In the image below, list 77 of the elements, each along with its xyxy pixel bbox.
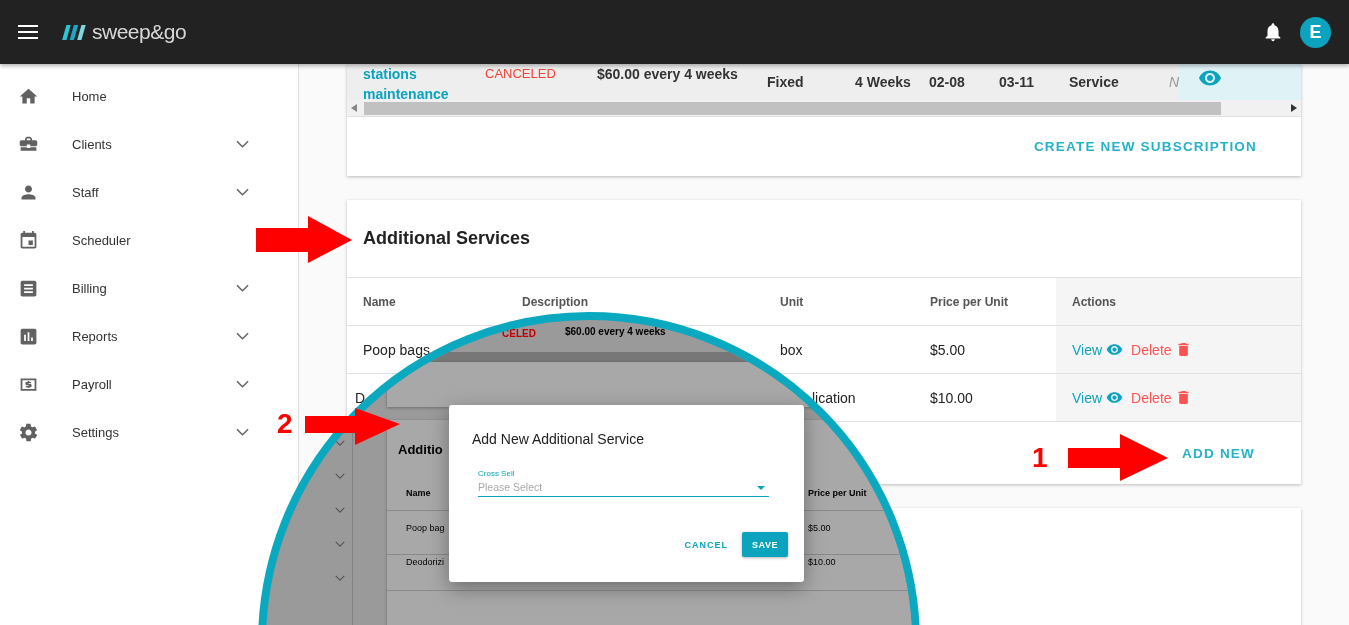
chevron-down-icon[interactable] [236,380,249,388]
sidebar-item[interactable]: Payroll [0,360,256,408]
scroll-right-icon[interactable] [1291,104,1297,112]
sidebar-item[interactable]: Reports [0,312,256,360]
table-cell-text: 4 Weeks [855,73,912,92]
column-header: Price per Unit [808,488,867,498]
table-cell: $5.00 [808,523,831,533]
sidebar-item[interactable]: Clients [0,120,256,168]
chevron-down-icon[interactable] [236,140,249,148]
field-label: Cross Sell [478,469,515,478]
eye-icon[interactable] [1106,389,1124,406]
column-header: Name [406,488,431,498]
table-cell-text: Service [1069,73,1120,92]
select-field[interactable]: Please Select [478,481,769,497]
card-title: Additional Services [362,227,532,250]
horizontal-scrollbar[interactable] [347,100,1301,116]
service-link[interactable]: stations maintenance [363,64,485,100]
add-new-button[interactable]: ADD NEW [1182,444,1255,462]
step-number: 1 [1032,443,1048,473]
status-text: CANCELED [485,65,557,83]
save-button[interactable]: SAVE [742,532,788,557]
step-number: 2 [277,409,293,439]
chevron-down-icon[interactable] [236,188,249,196]
calendar-icon [18,229,39,251]
eye-icon[interactable] [1106,341,1124,358]
trash-icon[interactable] [1177,391,1189,404]
table-cell-text: D [354,388,367,408]
table-cell-text: $60.00 every 4 weeks [597,65,739,84]
chevron-down-icon [335,440,345,446]
dialog-title: Add New Additional Service [472,431,645,447]
table-cell: Poop bag [406,523,445,533]
sidebar-item[interactable]: Billing [0,264,256,312]
column-header: Description [521,293,589,311]
column-header: Price per Unit [929,293,1010,311]
table-cell: $60.00 every 4 weeks [565,326,666,337]
card-title: Additio [398,442,443,457]
sidebar-item[interactable]: Home [0,72,256,120]
trash-icon[interactable] [1177,343,1189,356]
table-cell-text: $5.00 [929,340,967,360]
menu-icon[interactable] [18,25,38,39]
create-subscription-button[interactable]: CREATE NEW SUBSCRIPTION [1033,139,1257,154]
chevron-down-icon [335,507,345,513]
table-cell: $10.00 [808,557,836,567]
chevron-down-icon [335,575,345,581]
caret-icon [757,486,765,490]
logo-icon [62,24,88,40]
settings-icon [18,421,39,443]
sidebar-item[interactable]: Settings [0,408,256,456]
table-cell: Deodorizi [406,557,445,567]
delete-link[interactable]: Delete [1131,389,1172,406]
scroll-left-icon[interactable] [351,104,357,112]
chevron-down-icon[interactable] [236,332,249,340]
arrow-icon [256,216,352,263]
table-cell-text: $10.00 [929,388,974,408]
column-header: Name [362,293,397,311]
view-link[interactable]: View [1072,341,1103,358]
table-cell-text: 03-11 [999,73,1036,92]
view-link[interactable]: View [1072,389,1103,406]
table-cell-text: 02-08 [929,73,966,92]
cancel-button[interactable]: CANCEL [684,539,728,550]
logo-text: sweep&go [92,20,187,44]
arrow-icon [1068,434,1168,481]
chevron-down-icon[interactable] [236,428,249,436]
delete-link[interactable]: Delete [1131,341,1172,358]
table-cell-text: N [1169,73,1179,92]
avatar[interactable]: E [1300,16,1331,48]
table-cell-text: Fixed [767,73,805,92]
arrow-icon [305,408,400,445]
table-cell-text: lication [811,388,857,408]
table-cell-text: box [779,340,804,360]
chevron-down-icon[interactable] [236,284,249,292]
chevron-down-icon [335,541,345,547]
column-header: Actions [1056,278,1301,325]
column-header: Unit [779,293,805,311]
chevron-down-icon [335,473,345,479]
sidebar-item[interactable]: Scheduler [0,216,256,264]
sidebar-item[interactable]: Staff [0,168,256,216]
